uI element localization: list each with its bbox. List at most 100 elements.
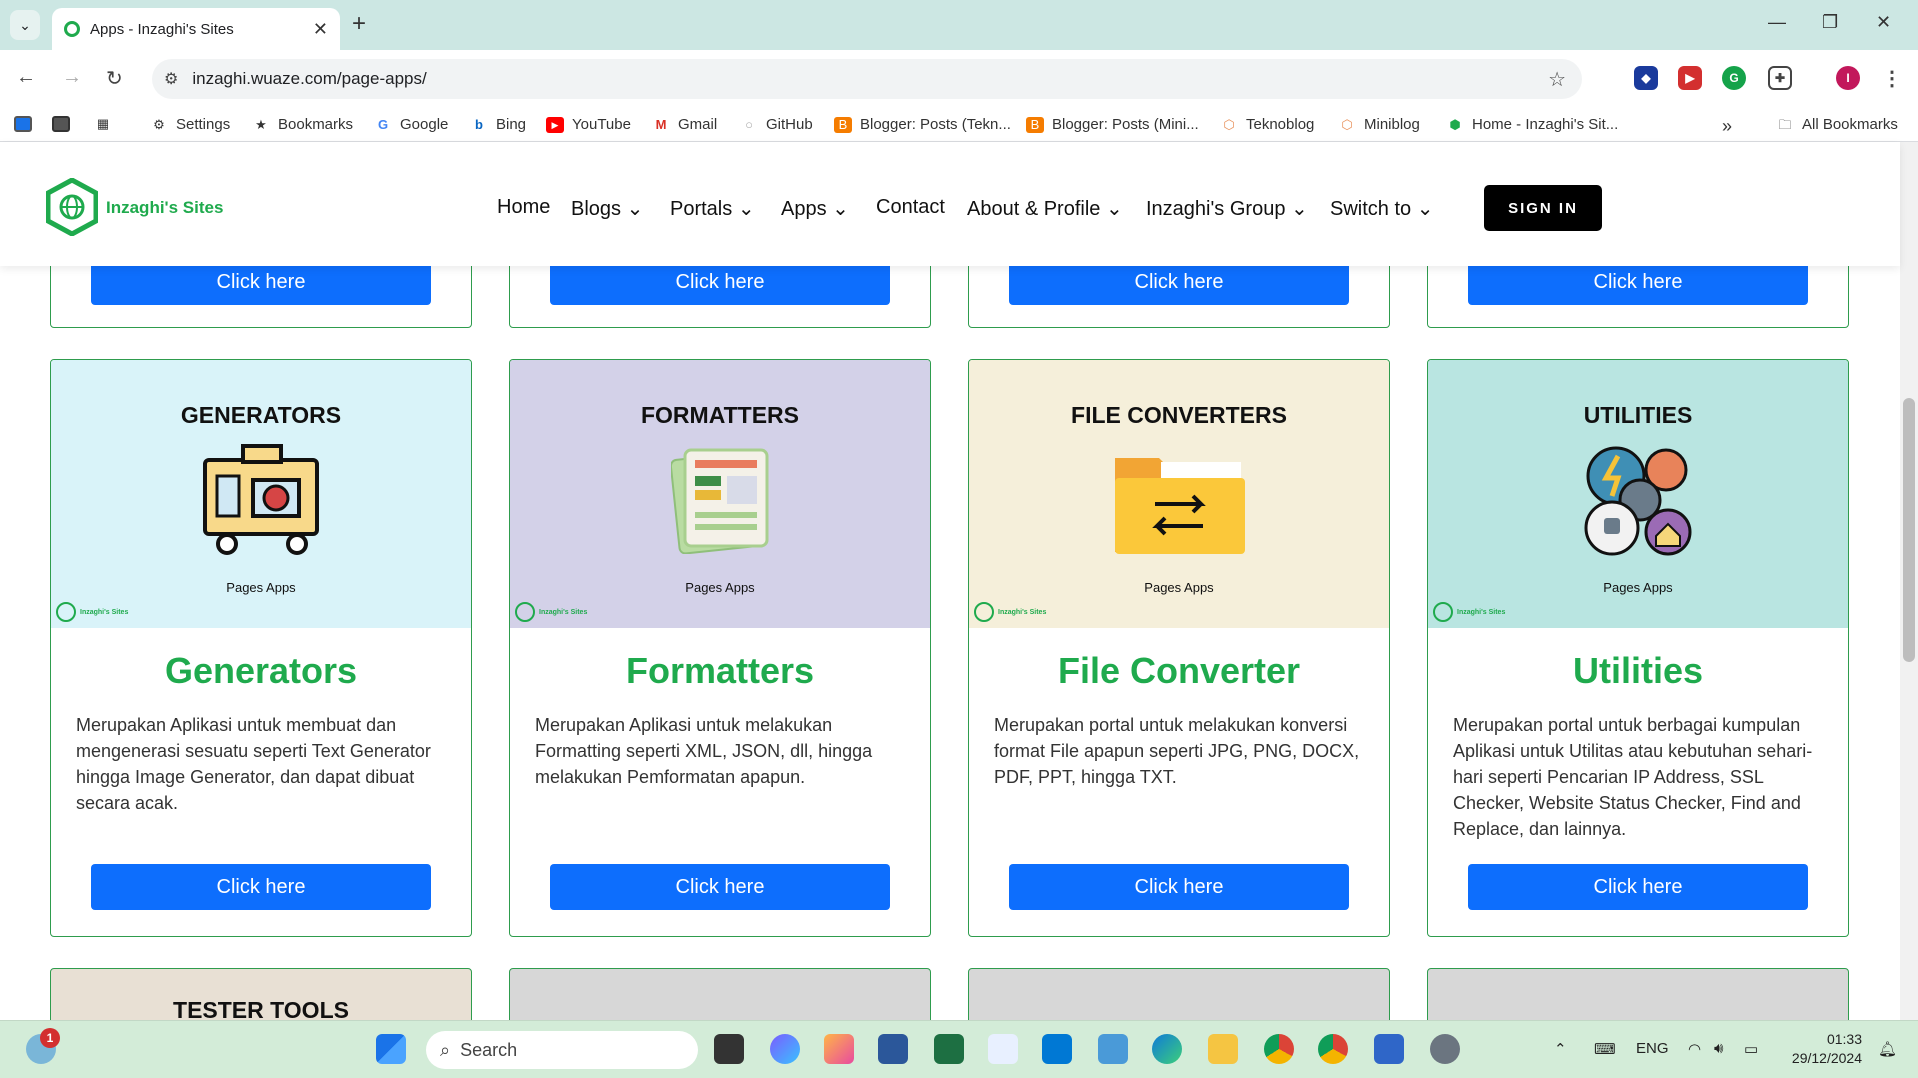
bookmark-settings[interactable]: ⚙ Settings bbox=[150, 116, 230, 133]
bookmark-blogger-mini[interactable]: B Blogger: Posts (Mini... bbox=[1026, 116, 1199, 133]
search-icon: ⌕ bbox=[440, 1039, 451, 1060]
site-info-icon[interactable]: ⚙ bbox=[164, 69, 178, 89]
scrollbar-thumb[interactable] bbox=[1903, 398, 1915, 662]
bookmark-google[interactable]: G Google bbox=[374, 116, 448, 133]
nav-portals[interactable]: Portals ⌄ bbox=[670, 196, 755, 221]
folder-icon: 🗀 bbox=[1778, 116, 1792, 132]
windows-start-icon[interactable] bbox=[376, 1034, 406, 1064]
new-tab-icon[interactable]: + bbox=[352, 10, 366, 38]
site-favicon-icon: ⬢ bbox=[1449, 116, 1461, 132]
clock-time: 01:33 bbox=[1826, 1031, 1862, 1047]
tab-group-gray-icon[interactable] bbox=[52, 116, 78, 132]
clock[interactable]: 01:33 29/12/2024 bbox=[1786, 1030, 1862, 1068]
shield-extension-icon[interactable]: ◆ bbox=[1634, 66, 1658, 90]
bookmark-github[interactable]: ○ GitHub bbox=[740, 116, 813, 133]
forward-icon[interactable]: → bbox=[62, 66, 82, 89]
sign-in-button[interactable]: SIGN IN bbox=[1484, 185, 1602, 231]
excel-icon[interactable] bbox=[934, 1034, 964, 1064]
battery-icon[interactable]: ▭ bbox=[1744, 1040, 1758, 1058]
taskbar-search[interactable]: ⌕ Search bbox=[426, 1031, 698, 1069]
tab-group-blue-icon[interactable] bbox=[14, 116, 40, 132]
settings-gear-icon[interactable] bbox=[1430, 1034, 1460, 1064]
close-tab-icon[interactable]: ✕ bbox=[313, 19, 328, 40]
language-indicator[interactable]: ENG bbox=[1636, 1040, 1669, 1057]
card-image-caption: Pages Apps bbox=[1603, 580, 1673, 595]
wifi-icon[interactable]: ◠ bbox=[1688, 1040, 1701, 1058]
click-here-button[interactable]: Click here bbox=[91, 864, 431, 910]
word-icon[interactable] bbox=[878, 1034, 908, 1064]
nav-inzaghis-group[interactable]: Inzaghi's Group ⌄ bbox=[1146, 196, 1308, 221]
nav-about-profile[interactable]: About & Profile ⌄ bbox=[967, 196, 1123, 221]
grammarly-icon[interactable]: G bbox=[1722, 66, 1746, 90]
youtube-icon: ▶ bbox=[546, 116, 564, 133]
bookmark-miniblog[interactable]: ⬡ Miniblog bbox=[1338, 116, 1420, 133]
keyboard-icon[interactable]: ⌨ bbox=[1594, 1040, 1616, 1058]
nav-switch-to[interactable]: Switch to ⌄ bbox=[1330, 196, 1433, 221]
bookmark-star-icon[interactable]: ☆ bbox=[1548, 67, 1566, 92]
profile-avatar[interactable]: I bbox=[1836, 66, 1860, 90]
close-window-icon[interactable]: ✕ bbox=[1876, 12, 1891, 33]
chevron-down-icon: ⌄ bbox=[1291, 198, 1308, 220]
restore-icon[interactable]: ❐ bbox=[1822, 12, 1838, 33]
chevron-up-icon[interactable]: ⌃ bbox=[1554, 1040, 1567, 1058]
minimize-icon[interactable]: — bbox=[1768, 12, 1786, 33]
microsoft365-icon[interactable] bbox=[824, 1034, 854, 1064]
bookmark-teknoblog[interactable]: ⬡ Teknoblog bbox=[1220, 116, 1314, 133]
edge-icon[interactable] bbox=[1152, 1034, 1182, 1064]
volume-icon[interactable]: 🔊︎ bbox=[1714, 1040, 1723, 1057]
site-logo-icon[interactable] bbox=[46, 178, 98, 236]
file-explorer-icon[interactable] bbox=[1208, 1034, 1238, 1064]
reload-icon[interactable]: ↻ bbox=[106, 66, 123, 91]
folder-convert-icon bbox=[1115, 458, 1245, 554]
menu-dots-icon[interactable]: ⋮ bbox=[1880, 66, 1904, 90]
video-extension-icon[interactable]: ▶ bbox=[1678, 66, 1702, 90]
more-bookmarks-icon[interactable]: » bbox=[1722, 116, 1732, 137]
card-file-converters: FILE CONVERTERS Pages Apps Inzaghi's Sit… bbox=[968, 359, 1390, 937]
click-here-button[interactable]: Click here bbox=[1009, 864, 1349, 910]
chrome-icon[interactable] bbox=[1264, 1034, 1294, 1064]
bookmark-home-inzaghi[interactable]: ⬢ Home - Inzaghi's Sit... bbox=[1446, 116, 1618, 133]
bookmark-blogger-tekno[interactable]: B Blogger: Posts (Tekn... bbox=[834, 116, 1011, 133]
google-icon: G bbox=[377, 116, 389, 132]
sparkle-app-icon[interactable] bbox=[988, 1034, 1018, 1064]
chevron-down-icon: ⌄ bbox=[1105, 198, 1123, 220]
site-logo-text[interactable]: Inzaghi's Sites bbox=[106, 198, 223, 218]
all-bookmarks[interactable]: 🗀 All Bookmarks bbox=[1776, 116, 1897, 133]
bookmark-bing[interactable]: b Bing bbox=[470, 116, 526, 133]
active-tab[interactable]: Apps - Inzaghi's Sites ✕ bbox=[52, 8, 340, 50]
back-icon[interactable]: ← bbox=[16, 66, 36, 89]
notepad-icon[interactable] bbox=[1374, 1034, 1404, 1064]
chevron-down-icon: ⌄ bbox=[832, 198, 849, 220]
address-bar[interactable]: ⚙ inzaghi.wuaze.com/page-apps/ ☆ bbox=[152, 59, 1582, 99]
notification-badge: 1 bbox=[40, 1028, 60, 1048]
card-description: Merupakan Aplikasi untuk membuat dan men… bbox=[76, 715, 431, 813]
task-view-icon[interactable] bbox=[714, 1034, 744, 1064]
nav-contact[interactable]: Contact bbox=[876, 196, 945, 219]
nav-blogs[interactable]: Blogs ⌄ bbox=[571, 196, 643, 221]
extensions-puzzle-icon[interactable]: ✚ bbox=[1768, 66, 1792, 90]
copilot-icon[interactable] bbox=[770, 1034, 800, 1064]
card-image-label: FORMATTERS bbox=[640, 402, 799, 428]
network-app-icon[interactable] bbox=[1098, 1034, 1128, 1064]
url-text[interactable]: inzaghi.wuaze.com/page-apps/ bbox=[192, 69, 426, 89]
bookmark-bookmarks[interactable]: ★ Bookmarks bbox=[252, 116, 353, 133]
vscode-icon[interactable] bbox=[1042, 1034, 1072, 1064]
chrome-profile-icon[interactable] bbox=[1318, 1034, 1348, 1064]
mini-logo: Inzaghi's Sites bbox=[1433, 602, 1505, 622]
click-here-button[interactable]: Click here bbox=[1468, 864, 1808, 910]
nav-home[interactable]: Home bbox=[497, 196, 550, 219]
bookmark-gmail[interactable]: M Gmail bbox=[652, 116, 718, 133]
tab-search-chevron-icon[interactable]: ⌄ bbox=[10, 10, 40, 40]
card-title: File Converter bbox=[1057, 650, 1301, 691]
card-image: FORMATTERS Pages Apps Inzaghi's Sites bbox=[510, 360, 930, 628]
notification-bell-icon[interactable]: 🔔︎ bbox=[1878, 1040, 1897, 1058]
hexagon-icon: ⬡ bbox=[1341, 116, 1353, 132]
click-here-button[interactable]: Click here bbox=[550, 864, 890, 910]
card-image: GENERATORS Pages Apps Inzaghi's Sites bbox=[51, 360, 471, 628]
apps-grid-icon[interactable]: ▦ bbox=[94, 116, 120, 132]
site-logo-icon bbox=[1433, 602, 1453, 622]
bookmark-youtube[interactable]: ▶ YouTube bbox=[546, 116, 631, 133]
gear-icon: ⚙ bbox=[153, 116, 165, 132]
nav-apps[interactable]: Apps ⌄ bbox=[781, 196, 849, 221]
mini-logo: Inzaghi's Sites bbox=[974, 602, 1046, 622]
